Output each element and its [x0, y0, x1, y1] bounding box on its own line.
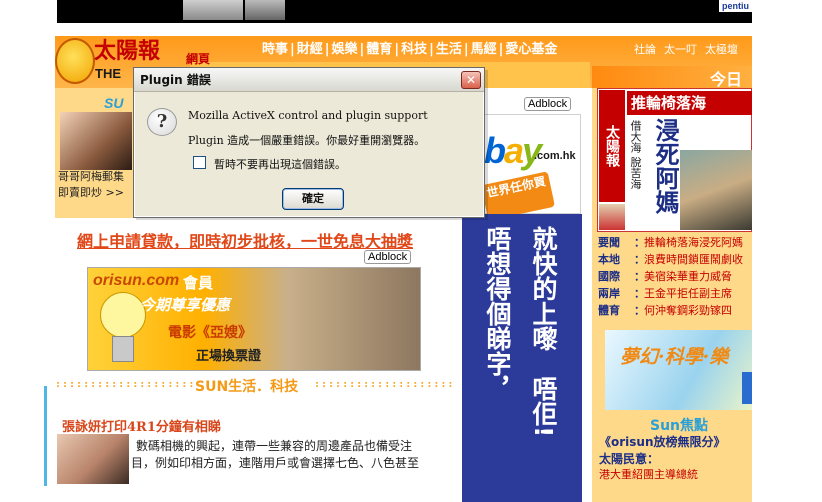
front-page-photo [680, 150, 752, 230]
orisun-ad-movie: 電影《亞嫂》 [168, 325, 252, 341]
news-row[interactable]: 國際：美宿染華重力威脅 [598, 269, 732, 285]
nav-item-life[interactable]: 生活 [434, 40, 464, 60]
site-logo-text[interactable]: 太陽報 [94, 38, 160, 64]
nav-item-editorial[interactable]: 社論 [634, 42, 656, 58]
news-link[interactable]: 浪費時間鎖匯鬧劇收 [644, 252, 743, 268]
news-row[interactable]: 體育：何沖奪鋼彩勁镓四 [598, 303, 732, 319]
adblock-tab[interactable]: Adblock [364, 250, 412, 264]
nav-item-tech[interactable]: 科技 [399, 40, 429, 60]
section-divider-left: :::::::::::::::::::: [55, 379, 196, 390]
site-logo-sub: 網頁 [186, 52, 211, 66]
front-page-subhead: 借大海 脫苦海 [629, 120, 642, 190]
feature-person-photo[interactable] [60, 112, 132, 170]
ok-button[interactable]: 確定 [282, 188, 344, 210]
fantasy-ad-decoration [742, 372, 752, 404]
secondary-nav: 社論 太一叮 太極壇 [634, 42, 738, 58]
ebay-domain: .com.hk [534, 150, 576, 162]
nav-item-news[interactable]: 時事 [260, 40, 290, 60]
nav-item-taiyi[interactable]: 太一叮 [664, 42, 697, 58]
feature-caption[interactable]: 哥哥阿梅郵集 [58, 168, 124, 184]
article-title-link[interactable]: 張詠妍打印4R1分鐘有相睇 [62, 416, 221, 435]
article-excerpt-line: 目，例如印相方面，連階用戶或會選擇七色、八色甚至 [131, 456, 420, 470]
blue-vertical-ad[interactable] [462, 214, 582, 502]
vertical-ad-text-right: 就快的上嚟 唔佢! [529, 226, 558, 438]
news-link[interactable]: 美宿染華重力威脅 [644, 269, 732, 285]
nav-item-racing[interactable]: 馬經 [469, 40, 499, 60]
vertical-ad-text-left: 唔想得個睇字， [483, 226, 512, 401]
adblock-tab[interactable]: Adblock [524, 97, 572, 111]
news-link[interactable]: 王金平拒任副主席 [644, 286, 732, 302]
ebay-letter: a [504, 130, 524, 171]
article-excerpt-line: 數碼相機的興起，連帶一些兼容的周邊產品也備受注 [136, 439, 413, 453]
section-title-life-tech[interactable]: SUN生活．科技 [195, 376, 298, 396]
fantasy-ad-text: 夢幻·科學·樂 [620, 346, 729, 368]
orisun-ad-member: 會員 [183, 274, 214, 292]
banner-computer-image [183, 0, 243, 20]
dialog-close-button[interactable]: ✕ [461, 71, 481, 89]
news-category: 國際 [598, 270, 620, 283]
dont-show-again-label[interactable]: 暫時不要再出現這個錯誤。 [214, 156, 346, 172]
today-label: 今日 [710, 70, 743, 89]
orisun-ad-offer: 今期尊享優惠 [140, 296, 231, 314]
nav-item-sports[interactable]: 體育 [364, 40, 394, 60]
sun-poll-heading: 太陽民意： [599, 452, 660, 466]
nav-item-charity[interactable]: 愛心基金 [503, 40, 559, 60]
sun-focus-heading: Sun焦點 [650, 418, 709, 434]
dialog-message-source: Mozilla ActiveX control and plugin suppo… [188, 109, 428, 122]
nav-item-entertainment[interactable]: 娛樂 [330, 40, 360, 60]
news-category: 本地 [598, 253, 620, 266]
question-icon: ? [147, 108, 177, 136]
top-banner-ad[interactable] [57, 0, 752, 23]
left-accent-rule [44, 386, 47, 486]
loan-promo-link[interactable]: 網上申請貸款，即時初步批核，一世免息大抽獎 [77, 228, 413, 252]
orisun-ad-ticket: 正場換票證 [196, 349, 262, 364]
news-category: 兩岸 [598, 287, 620, 300]
front-page-masthead: 太陽報 [599, 90, 625, 202]
news-link[interactable]: 推輪椅落海浸死阿媽 [644, 235, 743, 251]
nav-item-taiji[interactable]: 太極壇 [705, 42, 738, 58]
orisun-ad-logo: orisun.com [93, 272, 180, 289]
front-page-big-headline: 浸死阿媽 [651, 118, 680, 214]
sun-lion-logo-icon[interactable] [55, 38, 95, 84]
front-page-side-image [599, 204, 625, 230]
dialog-title: Plugin 錯誤 [140, 73, 211, 87]
news-category: 體育 [598, 304, 620, 317]
banner-brand-text: pentiu [719, 0, 752, 12]
news-row[interactable]: 兩岸：王金平拒任副主席 [598, 286, 732, 302]
sun-poll-link[interactable]: 港大重紹團主導總統 [599, 466, 698, 482]
lightbulb-base [112, 336, 134, 362]
orisun-rank-link[interactable]: 《orisun放榜無限分》 [599, 433, 726, 450]
site-logo-the: THE [95, 66, 121, 81]
news-row[interactable]: 要聞：推輪椅落海浸死阿媽 [598, 235, 743, 251]
news-category: 要聞 [598, 236, 620, 249]
dont-show-again-checkbox[interactable] [193, 156, 206, 169]
news-link[interactable]: 何沖奪鋼彩勁镓四 [644, 303, 732, 319]
feature-more-link[interactable]: 即賣即炒 >> [58, 184, 124, 200]
front-page-headline: 推輪椅落海 [627, 91, 752, 115]
news-row[interactable]: 本地：浪費時間鎖匯鬧劇收 [598, 252, 743, 268]
article-photo[interactable] [57, 434, 129, 484]
section-divider-right: :::::::::::::::::::: [314, 379, 455, 390]
nav-item-finance[interactable]: 財經 [295, 40, 325, 60]
banner-monitor-image [245, 0, 285, 20]
dialog-message-body: Plugin 造成一個嚴重錯誤。你最好重開瀏覽器。 [188, 134, 426, 147]
main-nav: 時事 | 財經 | 娛樂 | 體育 | 科技 | 生活 | 馬經 | 愛心基金 [260, 40, 559, 60]
sun-section-heading: SU [104, 95, 124, 111]
